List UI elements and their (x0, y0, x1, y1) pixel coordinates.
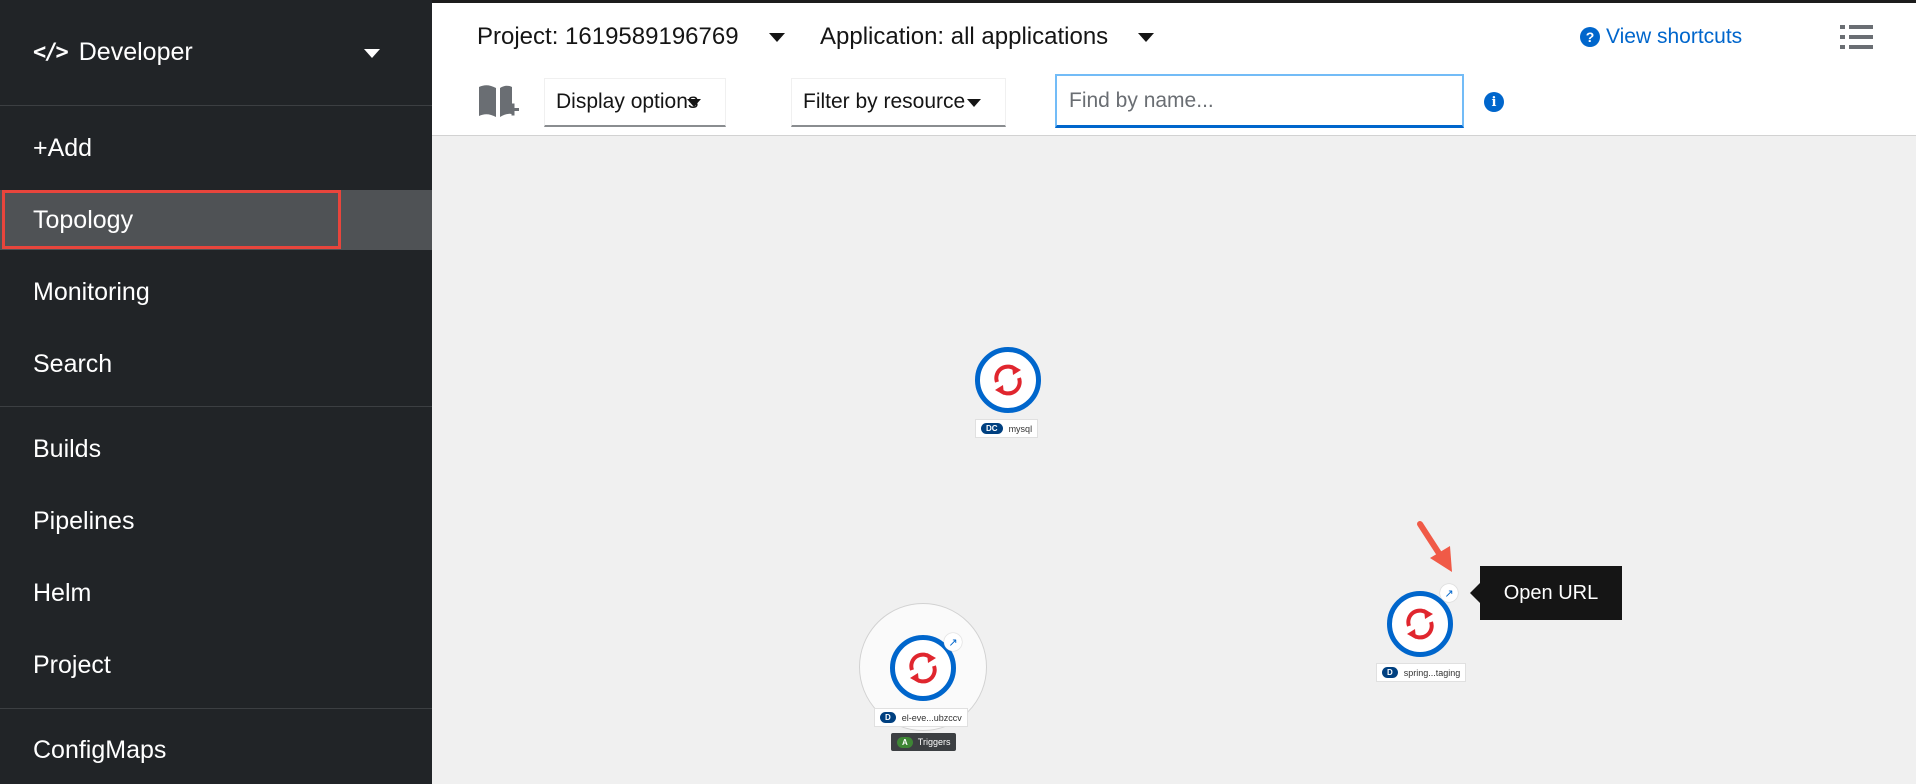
sidebar-item-configmaps[interactable]: ConfigMaps (0, 720, 432, 780)
perspective-label: Developer (78, 38, 193, 66)
application-selector[interactable]: Application: all applications (820, 3, 1155, 71)
open-url-tooltip: Open URL (1470, 566, 1622, 620)
chevron-down-icon (364, 49, 380, 58)
sidebar-item-builds[interactable]: Builds (0, 419, 432, 479)
triggers-label: Triggers (917, 737, 951, 747)
project-selector-label: Project: 1619589196769 (477, 23, 739, 50)
kind-badge: DC (981, 423, 1003, 434)
node-name: el-eve...ubzccv (901, 712, 962, 723)
kind-badge: D (880, 712, 896, 723)
openshift-icon (1406, 608, 1434, 640)
find-by-name-input[interactable] (1055, 74, 1464, 128)
node-circle[interactable] (1387, 591, 1453, 657)
filter-by-resource-dropdown[interactable]: Filter by resource (791, 78, 1006, 127)
sidebar-item-helm[interactable]: Helm (0, 563, 432, 623)
kind-badge: D (1382, 667, 1398, 678)
perspective-switcher[interactable]: </> Developer (0, 0, 432, 106)
chevron-down-icon (768, 32, 785, 42)
topology-toolbar: Display options Filter by resource i (432, 68, 1916, 136)
code-icon: </> (33, 40, 69, 65)
sidebar-item-label: ConfigMaps (33, 735, 167, 764)
node-label: D spring...taging (1376, 663, 1467, 682)
sidebar: </> Developer +Add Topology Monitoring S… (0, 0, 432, 784)
trigger-kind-badge: A (897, 736, 913, 748)
open-url-icon[interactable]: ↗ (944, 633, 962, 651)
sidebar-item-label: Helm (33, 578, 92, 607)
sidebar-item-label: Monitoring (33, 277, 150, 306)
list-view-icon[interactable] (1840, 23, 1874, 51)
chevron-down-icon (1138, 32, 1155, 42)
sidebar-item-label: Project (33, 650, 111, 679)
application-selector-label: Application: all applications (820, 23, 1109, 50)
node-label: DC mysql (975, 419, 1039, 438)
sidebar-item-monitoring[interactable]: Monitoring (0, 262, 432, 322)
annotation-arrow-icon (1417, 521, 1452, 572)
node-label: D el-eve...ubzccv (874, 708, 968, 727)
openshift-icon (909, 652, 937, 684)
sidebar-item-label: Pipelines (33, 506, 135, 535)
filter-by-resource-label: Filter by resource (803, 90, 966, 113)
node-name: spring...taging (1403, 667, 1461, 678)
masthead: Project: 1619589196769 Application: all … (432, 0, 1916, 68)
sidebar-item-label: +Add (33, 133, 93, 162)
quick-search-book-icon[interactable] (476, 82, 520, 122)
sidebar-item-project[interactable]: Project (0, 635, 432, 695)
node-circle[interactable] (975, 347, 1041, 413)
sidebar-item-label: Search (33, 349, 113, 378)
sidebar-item-pipelines[interactable]: Pipelines (0, 491, 432, 551)
topology-canvas[interactable]: DC mysql ↗ D el-eve...ubzccv A Triggers (432, 136, 1916, 784)
view-shortcuts-label: View shortcuts (1606, 25, 1743, 48)
question-circle-icon: ? (1580, 27, 1600, 47)
open-url-icon[interactable]: ↗ (1440, 584, 1458, 602)
display-options-dropdown[interactable]: Display options (544, 78, 726, 127)
chevron-down-icon (967, 99, 981, 107)
chevron-down-icon (687, 99, 701, 107)
openshift-icon (994, 364, 1022, 396)
display-options-label: Display options (556, 90, 699, 113)
node-name: mysql (1008, 423, 1033, 434)
highlight-box (2, 190, 341, 249)
nav-divider (0, 708, 432, 709)
view-shortcuts-link[interactable]: ? View shortcuts (1580, 3, 1742, 71)
sidebar-item-add[interactable]: +Add (0, 118, 432, 178)
sidebar-item-label: Builds (33, 434, 102, 463)
sidebar-item-search[interactable]: Search (0, 334, 432, 394)
project-selector[interactable]: Project: 1619589196769 (477, 3, 785, 71)
triggers-badge[interactable]: A Triggers (891, 733, 957, 751)
nav-divider (0, 406, 432, 407)
info-icon[interactable]: i (1484, 92, 1504, 112)
